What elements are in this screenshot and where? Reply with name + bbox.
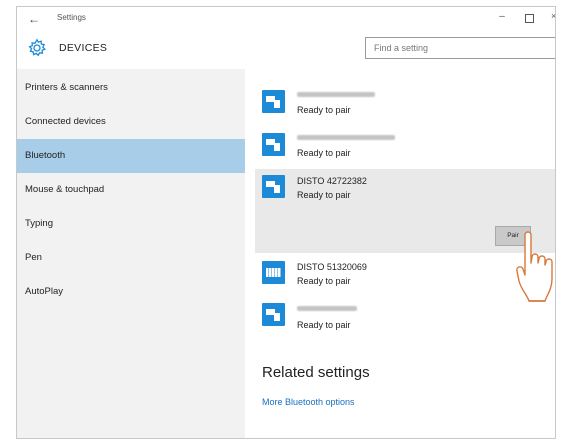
device-status: Ready to pair — [297, 190, 351, 200]
phone-device-icon — [262, 303, 285, 326]
phone-device-icon — [262, 175, 285, 198]
device-name-redacted — [297, 92, 375, 97]
phone-device-icon — [262, 133, 285, 156]
related-settings-heading: Related settings — [262, 364, 370, 381]
more-bluetooth-options-link[interactable]: More Bluetooth options — [262, 397, 355, 407]
sidebar-item-autoplay[interactable]: AutoPlay — [17, 275, 245, 309]
sidebar-item-bluetooth[interactable]: Bluetooth — [17, 139, 245, 173]
maximize-icon[interactable] — [525, 14, 534, 23]
device-status: Ready to pair — [297, 320, 351, 330]
page-header: DEVICES — [17, 31, 555, 69]
sidebar-item-typing[interactable]: Typing — [17, 207, 245, 241]
page-title: DEVICES — [59, 42, 108, 54]
close-icon[interactable]: × — [551, 11, 555, 21]
keyboard-device-icon — [262, 261, 285, 284]
device-status: Ready to pair — [297, 276, 351, 286]
bluetooth-device-list: Ready to pair Ready to pair DISTO 427223… — [245, 69, 555, 438]
device-name: DISTO 51320069 — [297, 262, 367, 272]
device-status: Ready to pair — [297, 105, 351, 115]
device-status: Ready to pair — [297, 148, 351, 158]
device-name: DISTO 42722382 — [297, 176, 367, 186]
phone-device-icon — [262, 90, 285, 113]
sidebar-item-connected-devices[interactable]: Connected devices — [17, 105, 245, 139]
sidebar-item-pen[interactable]: Pen — [17, 241, 245, 275]
sidebar-item-mouse-touchpad[interactable]: Mouse & touchpad — [17, 173, 245, 207]
search-input[interactable] — [365, 37, 555, 59]
window-title: Settings — [57, 13, 86, 22]
pointing-hand-icon — [516, 231, 553, 302]
device-name-redacted — [297, 306, 357, 311]
title-bar: ← Settings – × — [17, 7, 555, 31]
device-name-redacted — [297, 135, 395, 140]
settings-window: ← Settings – × DEVICES Printers & scanne… — [16, 6, 556, 439]
sidebar-item-printers-scanners[interactable]: Printers & scanners — [17, 71, 245, 105]
sidebar: Printers & scanners Connected devices Bl… — [17, 69, 245, 438]
gear-icon — [28, 38, 46, 57]
back-arrow-icon[interactable]: ← — [25, 10, 43, 28]
minimize-icon[interactable]: – — [495, 11, 509, 22]
